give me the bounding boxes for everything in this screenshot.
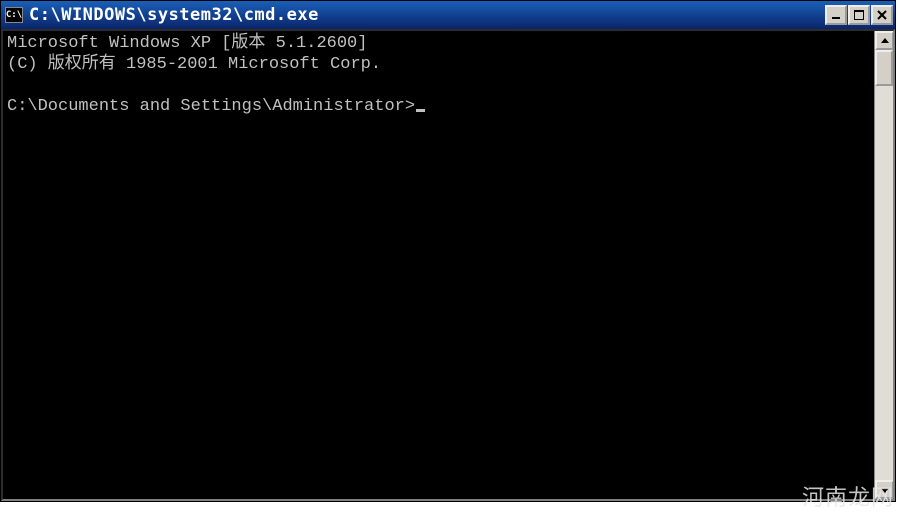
minimize-icon	[831, 10, 841, 20]
minimize-button[interactable]	[825, 5, 847, 25]
cmd-window: C:\ C:\WINDOWS\system32\cmd.exe Microsof…	[0, 0, 896, 502]
chevron-up-icon	[881, 37, 889, 45]
client-area: Microsoft Windows XP [版本 5.1.2600] (C) 版…	[1, 29, 895, 501]
chevron-down-icon	[881, 486, 889, 494]
window-title: C:\WINDOWS\system32\cmd.exe	[29, 5, 824, 25]
console-output[interactable]: Microsoft Windows XP [版本 5.1.2600] (C) 版…	[3, 31, 874, 499]
window-controls	[824, 5, 893, 25]
scroll-down-button[interactable]	[875, 480, 894, 499]
maximize-icon	[854, 10, 864, 20]
console-line: Microsoft Windows XP [版本 5.1.2600]	[7, 34, 367, 53]
close-icon	[877, 10, 887, 20]
scroll-track[interactable]	[875, 50, 893, 480]
close-button[interactable]	[871, 5, 893, 25]
maximize-button[interactable]	[848, 5, 870, 25]
console-prompt: C:\Documents and Settings\Administrator>	[7, 97, 415, 116]
console-line: (C) 版权所有 1985-2001 Microsoft Corp.	[7, 55, 381, 74]
scroll-up-button[interactable]	[875, 31, 894, 50]
vertical-scrollbar[interactable]	[874, 31, 893, 499]
scroll-thumb[interactable]	[875, 50, 893, 86]
cmd-icon: C:\	[5, 7, 23, 23]
titlebar[interactable]: C:\ C:\WINDOWS\system32\cmd.exe	[1, 1, 895, 29]
cursor	[416, 109, 425, 112]
